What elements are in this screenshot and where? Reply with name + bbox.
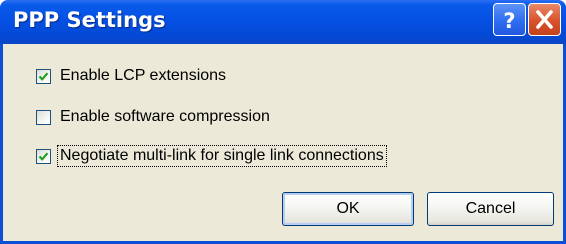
checkbox[interactable]	[36, 68, 51, 84]
checkmark-icon	[38, 71, 49, 81]
checkbox-label: Negotiate multi-link for single link con…	[57, 145, 387, 167]
title-bar[interactable]: PPP Settings ?	[0, 0, 566, 44]
checkbox-label: Enable software compression	[60, 108, 270, 125]
option-enable-lcp-extensions[interactable]: Enable LCP extensions	[36, 65, 228, 87]
cancel-button[interactable]: Cancel	[427, 192, 554, 226]
ok-button[interactable]: OK	[282, 192, 414, 226]
ppp-settings-dialog: PPP Settings ? Enable LCP extensions Ena…	[0, 0, 566, 244]
close-icon	[536, 10, 553, 29]
dialog-body: Enable LCP extensions Enable software co…	[3, 44, 563, 241]
checkbox-label: Enable LCP extensions	[60, 67, 227, 84]
option-enable-software-compression[interactable]: Enable software compression	[36, 106, 272, 128]
dialog-title: PPP Settings	[13, 8, 166, 32]
svg-text:?: ?	[503, 9, 515, 33]
checkbox[interactable]	[36, 109, 51, 125]
help-button[interactable]: ?	[493, 3, 526, 36]
question-icon: ?	[503, 9, 515, 33]
checkbox[interactable]	[36, 148, 51, 164]
checkmark-icon	[38, 151, 49, 161]
close-button[interactable]	[528, 3, 561, 36]
option-negotiate-multi-link[interactable]: Negotiate multi-link for single link con…	[36, 145, 387, 167]
